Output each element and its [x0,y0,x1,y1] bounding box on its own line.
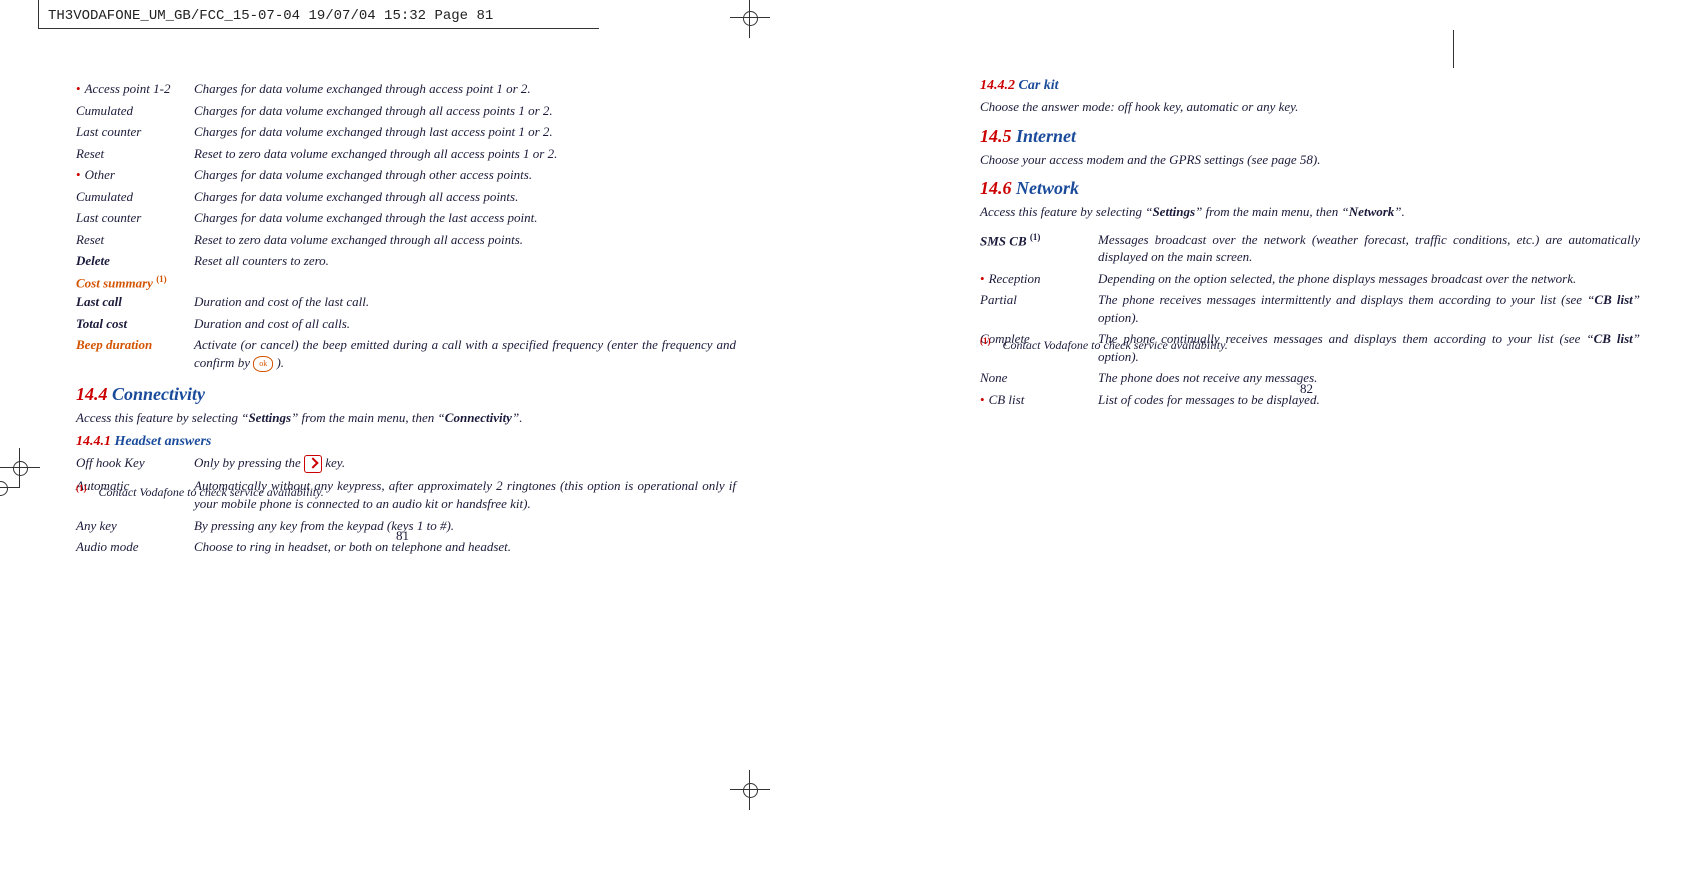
p-14-6: Access this feature by selecting “Settin… [980,203,1640,221]
page-82: 14.4.2 Car kit Choose the answer mode: o… [980,78,1640,411]
footnote-81: (1) Contact Vodafone to check service av… [76,483,324,500]
regmark-bottom [740,780,760,800]
h-14-4-2: 14.4.2 Car kit [980,78,1640,94]
page-81: •Access point 1-2Charges for data volume… [76,78,736,558]
h-14-6: 14.6 Network [980,178,1640,199]
h-14-4: 14.4 Connectivity [76,384,736,405]
access-points-table: •Access point 1-2Charges for data volume… [76,78,736,272]
cost-summary-heading: Cost summary (1) [76,274,736,291]
ok-icon: ok [253,356,273,372]
footnote-82: (1) Contact Vodafone to check service av… [980,336,1228,353]
regmark-corner [1453,30,1454,68]
pagenum-82: 82 [1300,381,1313,397]
h-14-4-1: 14.4.1 Headset answers [76,434,736,450]
send-key-icon [304,455,322,473]
p-14-4: Access this feature by selecting “Settin… [76,409,736,427]
cost-table: Last callDuration and cost of the last c… [76,291,736,374]
beep-duration-term: Beep duration [76,334,194,374]
p-14-4-2: Choose the answer mode: off hook key, au… [980,98,1640,116]
pagenum-81: 81 [396,528,409,544]
regmark-left [10,458,30,478]
h-14-5: 14.5 Internet [980,126,1640,147]
regmark-right [0,478,10,498]
print-slug: TH3VODAFONE_UM_GB/FCC_15-07-04 19/07/04 … [48,8,493,24]
p-14-5: Choose your access modem and the GPRS se… [980,151,1640,169]
regmark-top [740,8,760,28]
